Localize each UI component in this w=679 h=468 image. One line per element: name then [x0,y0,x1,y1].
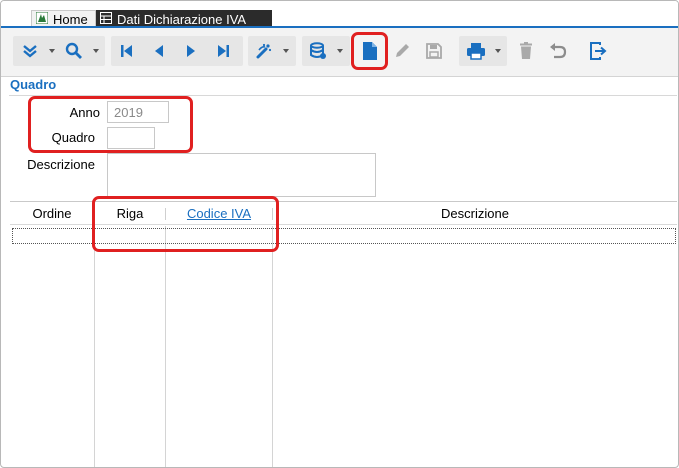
search-caret-icon[interactable] [93,48,99,54]
grid-column-line [165,226,166,467]
previous-record-button[interactable] [146,36,172,66]
next-record-button[interactable] [178,36,204,66]
tab-iva-label: Dati Dichiarazione IVA [117,11,247,27]
expand-caret-icon[interactable] [49,48,55,54]
wand-caret-icon[interactable] [283,48,289,54]
descrizione-label: Descrizione [27,157,95,172]
wand-icon [256,43,272,59]
undo-icon [550,43,567,59]
exit-icon [590,42,607,60]
edit-button[interactable] [389,36,415,66]
column-header-descrizione[interactable]: Descrizione [273,206,677,221]
expand-button[interactable] [17,36,43,66]
first-record-button[interactable] [114,36,140,66]
undo-button[interactable] [545,36,571,66]
tab-bar: Home Dati Dichiarazione IVA [1,1,678,28]
highlight-riga-codice-iva [92,196,279,252]
highlight-anno-quadro [28,96,193,153]
database-caret-icon[interactable] [337,48,343,54]
delete-icon [520,42,532,59]
database-button[interactable] [305,36,331,66]
previous-record-icon [155,45,163,57]
search-icon [65,42,82,59]
exit-button[interactable] [585,36,611,66]
first-record-icon [121,45,132,57]
edit-icon [396,44,409,57]
print-icon [467,43,485,60]
delete-button[interactable] [513,36,539,66]
grid-column-line [94,226,95,467]
last-record-icon [218,45,229,57]
print-button[interactable] [463,36,489,66]
home-app-icon [35,11,49,27]
last-record-button[interactable] [210,36,236,66]
save-icon [426,43,442,59]
search-button[interactable] [61,36,87,66]
next-record-icon [187,45,195,57]
section-title: Quadro [10,77,57,92]
highlight-new-button [351,32,388,70]
expand-icon [23,45,37,58]
database-icon [310,42,326,59]
print-caret-icon[interactable] [495,48,501,54]
column-header-ordine[interactable]: Ordine [10,206,94,221]
save-button[interactable] [421,36,447,66]
app-window: Home Dati Dichiarazione IVA Quadro Anno … [0,0,679,468]
descrizione-field[interactable] [107,153,376,197]
toolbar [1,28,678,77]
grid-column-line [272,226,273,467]
table-doc-icon [100,11,112,27]
tab-home-label: Home [53,12,88,27]
wand-button[interactable] [251,36,277,66]
